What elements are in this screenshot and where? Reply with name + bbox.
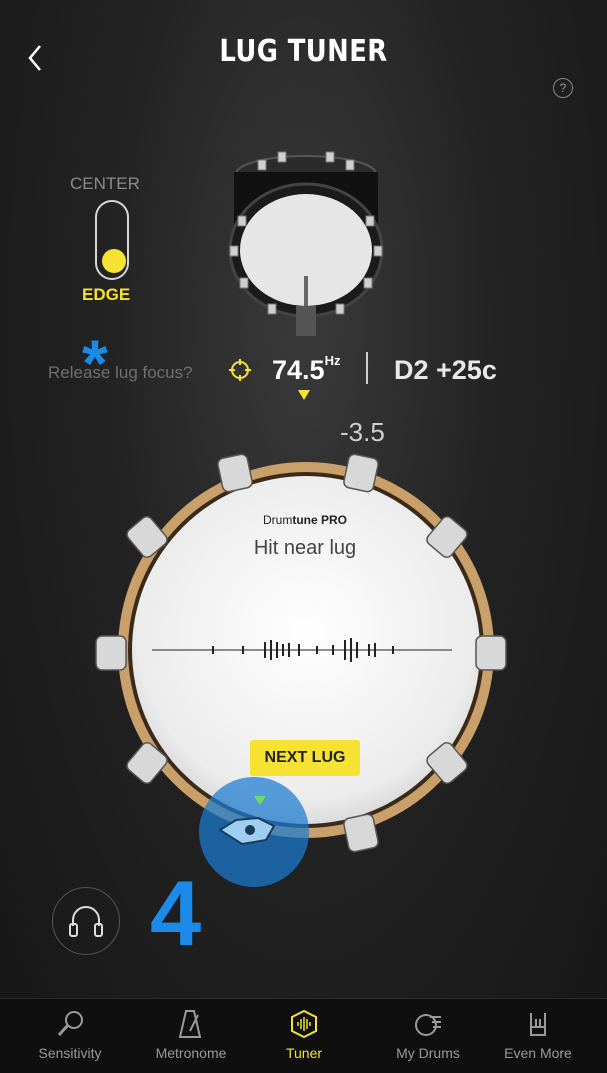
divider — [366, 352, 368, 384]
drumtune-logo: Drumtune PRO — [230, 513, 380, 527]
hit-hint-text: Hit near lug — [253, 537, 357, 559]
release-lug-focus-link[interactable]: Release lug focus? — [48, 363, 193, 383]
toggle-knob — [102, 249, 126, 273]
microphone-icon — [57, 1011, 83, 1037]
tab-label: Sensitivity — [38, 1045, 102, 1061]
tab-tuner[interactable]: Tuner — [254, 1009, 354, 1061]
tab-even-more[interactable]: Even More — [488, 1009, 588, 1061]
bass-drum-image — [228, 151, 384, 336]
tab-label: Even More — [504, 1045, 572, 1061]
lug-offset-value: -3.5 — [340, 417, 385, 447]
tab-label: Metronome — [155, 1045, 227, 1061]
asterisk-marker: * — [82, 326, 108, 400]
rock-hand-icon — [530, 1013, 546, 1036]
crosshair-icon[interactable] — [228, 358, 252, 382]
page-title: LUG TUNER — [219, 34, 388, 69]
drum-list-icon — [415, 1014, 441, 1036]
brand-prefix: Drum — [262, 513, 293, 527]
metronome-icon — [178, 1010, 202, 1038]
note-readout: D2 +25c — [394, 355, 497, 385]
next-lug-button[interactable]: NEXT LUG — [250, 740, 360, 776]
tab-label: My Drums — [396, 1045, 460, 1061]
lug-number-overlay: 4 — [150, 863, 202, 965]
frequency-readout: 74.5Hz — [272, 353, 341, 386]
tab-metronome[interactable]: Metronome — [141, 1009, 241, 1061]
help-icon[interactable]: ? — [553, 78, 573, 98]
headphone-button[interactable] — [52, 887, 120, 955]
brand-suffix: tune PRO — [292, 513, 347, 527]
selected-lug-icon — [218, 816, 276, 846]
tab-label: Tuner — [285, 1045, 323, 1061]
tuner-icon — [291, 1009, 317, 1039]
frequency-value: 74.5 — [272, 355, 325, 385]
tab-my-drums[interactable]: My Drums — [378, 1009, 478, 1061]
toggle-label-edge: EDGE — [82, 285, 131, 304]
pitch-pointer-icon — [298, 390, 310, 400]
tab-sensitivity[interactable]: Sensitivity — [20, 1009, 120, 1061]
selected-lug-marker-icon — [254, 796, 266, 805]
drum-head-diagram — [95, 453, 507, 853]
toggle-label-center: CENTER — [70, 174, 140, 193]
center-edge-toggle[interactable] — [95, 200, 129, 280]
frequency-unit: Hz — [324, 353, 341, 368]
headphones-icon — [69, 906, 103, 937]
tab-bar: Sensitivity Metronome Tuner My Drums Eve… — [0, 998, 607, 1073]
